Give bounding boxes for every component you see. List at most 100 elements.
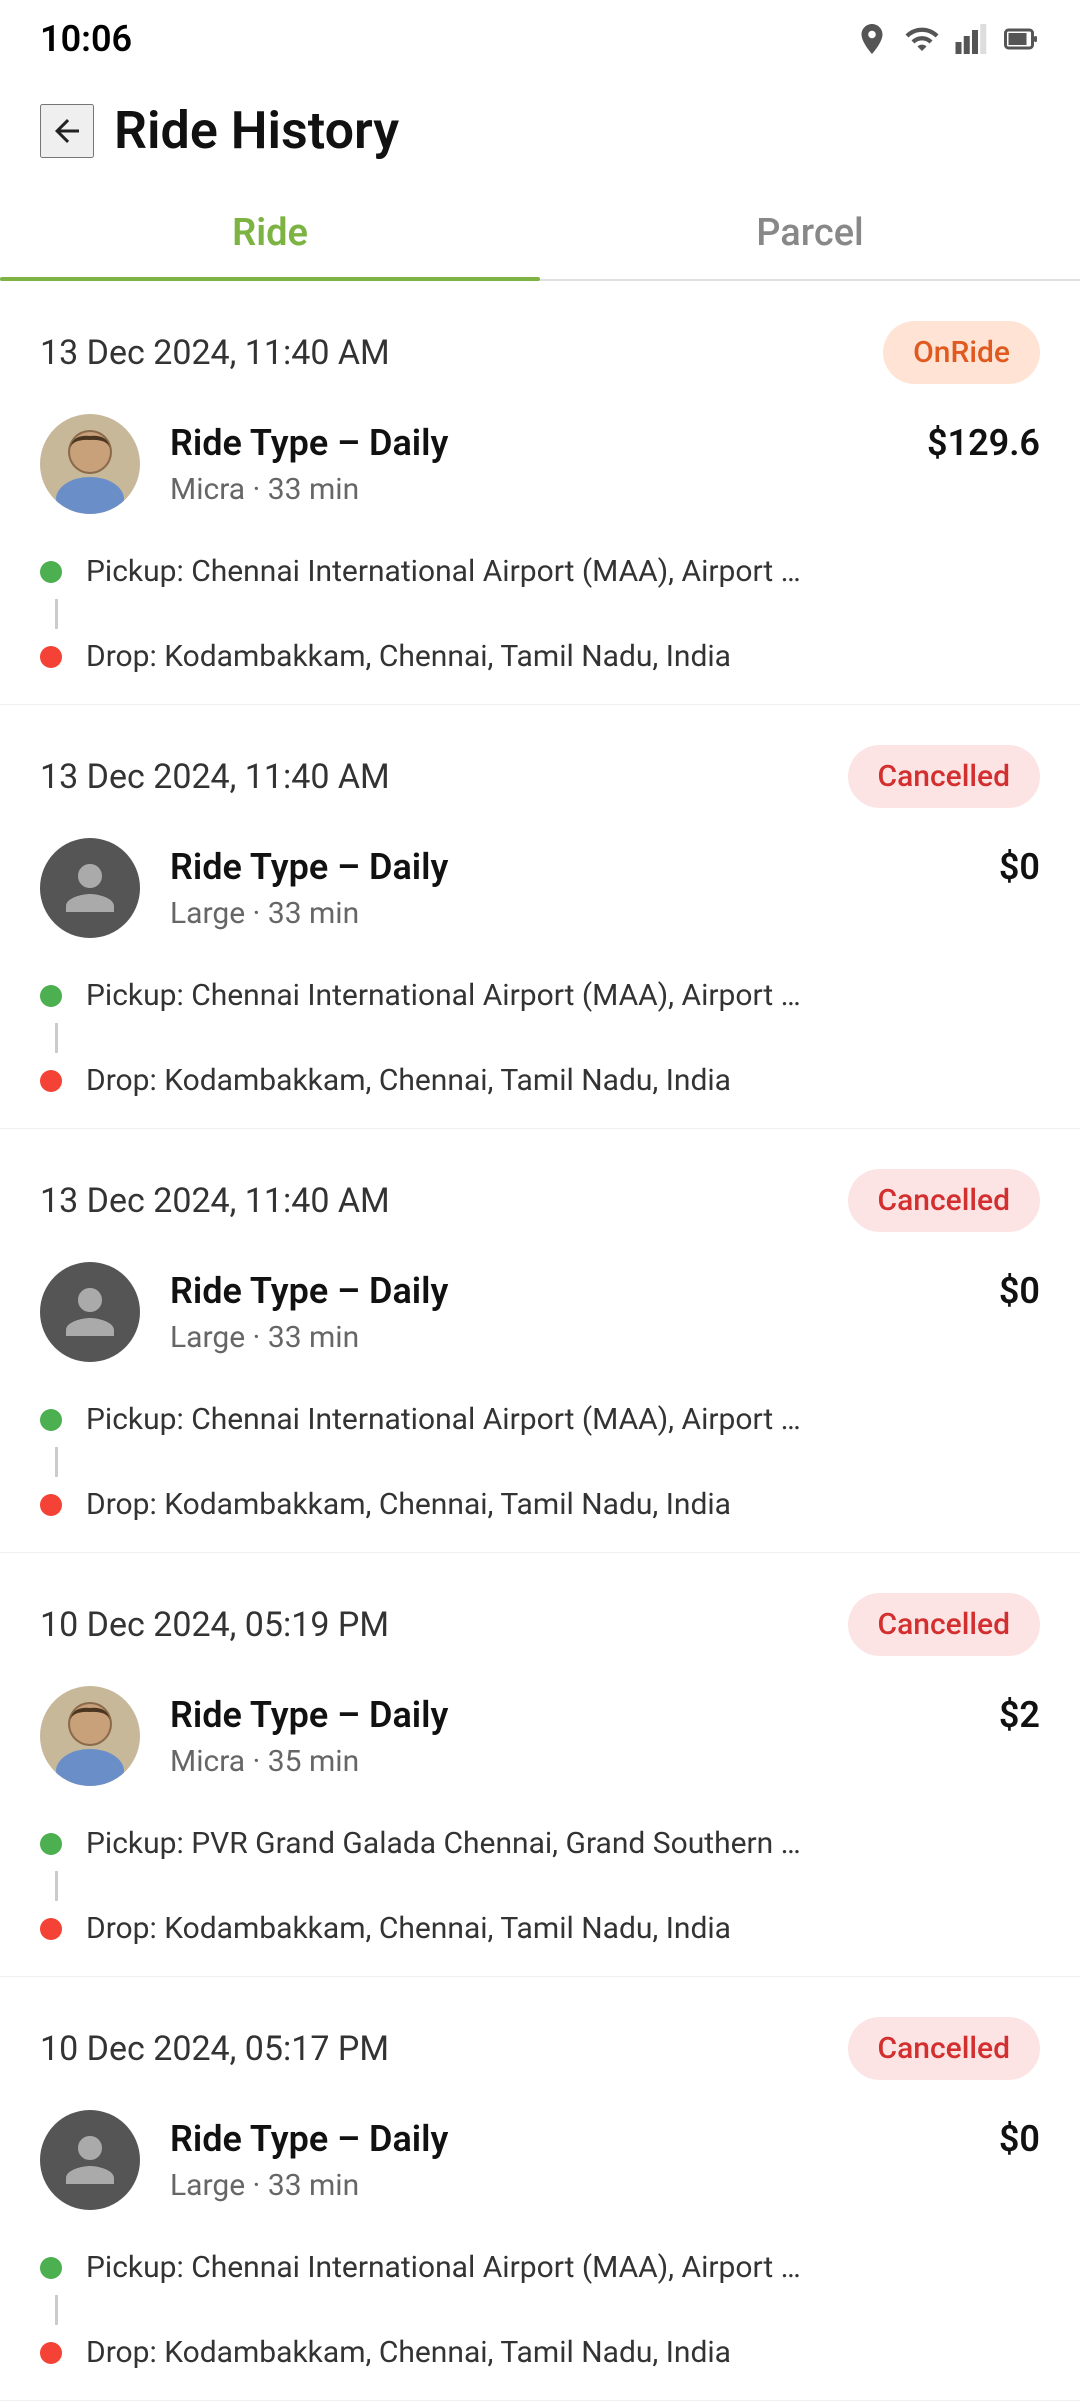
ride-header: 13 Dec 2024, 11:40 AM Cancelled [40, 1169, 1040, 1232]
drop-dot [40, 1918, 62, 1940]
drop-location: Drop: Kodambakkam, Chennai, Tamil Nadu, … [40, 629, 1040, 684]
ride-header: 13 Dec 2024, 11:40 AM Cancelled [40, 745, 1040, 808]
route-info: Pickup: Chennai International Airport (M… [40, 2240, 1040, 2380]
ride-date: 13 Dec 2024, 11:40 AM [40, 757, 390, 797]
drop-location: Drop: Kodambakkam, Chennai, Tamil Nadu, … [40, 1477, 1040, 1532]
ride-price: $129.6 [927, 422, 1040, 464]
ride-item[interactable]: 10 Dec 2024, 05:17 PM Cancelled Ride Typ… [0, 1977, 1080, 2401]
status-badge: Cancelled [848, 1593, 1040, 1656]
drop-text: Drop: Kodambakkam, Chennai, Tamil Nadu, … [86, 1063, 731, 1098]
pickup-location: Pickup: Chennai International Airport (M… [40, 1392, 1040, 1447]
ride-price: $0 [999, 1270, 1040, 1312]
ride-info: Ride Type – Daily $0 Large · 33 min [40, 2110, 1040, 2210]
pickup-text: Pickup: PVR Grand Galada Chennai, Grand … [86, 1826, 801, 1861]
person-icon [60, 2130, 120, 2190]
tab-ride[interactable]: Ride [0, 181, 540, 279]
ride-info: Ride Type – Daily $2 Micra · 35 min [40, 1686, 1040, 1786]
ride-price: $0 [999, 846, 1040, 888]
page-title: Ride History [114, 100, 399, 161]
ride-header: 13 Dec 2024, 11:40 AM OnRide [40, 321, 1040, 384]
pickup-location: Pickup: PVR Grand Galada Chennai, Grand … [40, 1816, 1040, 1871]
ride-item[interactable]: 13 Dec 2024, 11:40 AM OnRide Ride Type –… [0, 281, 1080, 705]
header: Ride History [0, 70, 1080, 181]
ride-info: Ride Type – Daily $0 Large · 33 min [40, 838, 1040, 938]
pickup-location: Pickup: Chennai International Airport (M… [40, 2240, 1040, 2295]
ride-header: 10 Dec 2024, 05:19 PM Cancelled [40, 1593, 1040, 1656]
route-info: Pickup: Chennai International Airport (M… [40, 968, 1040, 1108]
ride-vehicle: Large · 33 min [170, 1320, 359, 1355]
avatar-image [40, 1686, 140, 1786]
status-icons [854, 21, 1040, 57]
ride-vehicle: Large · 33 min [170, 2168, 359, 2203]
avatar-image [40, 414, 140, 514]
signal-icon [954, 21, 990, 57]
pickup-text: Pickup: Chennai International Airport (M… [86, 2250, 801, 2285]
drop-dot [40, 1070, 62, 1092]
status-time: 10:06 [40, 18, 132, 60]
person-icon [60, 1282, 120, 1342]
pickup-dot [40, 1409, 62, 1431]
drop-text: Drop: Kodambakkam, Chennai, Tamil Nadu, … [86, 1911, 731, 1946]
status-badge: Cancelled [848, 1169, 1040, 1232]
drop-dot [40, 1494, 62, 1516]
pickup-dot [40, 985, 62, 1007]
ride-vehicle: Large · 33 min [170, 896, 359, 931]
back-button[interactable] [40, 104, 94, 158]
person-icon [60, 858, 120, 918]
route-info: Pickup: Chennai International Airport (M… [40, 1392, 1040, 1532]
drop-text: Drop: Kodambakkam, Chennai, Tamil Nadu, … [86, 639, 731, 674]
tab-parcel[interactable]: Parcel [540, 181, 1080, 279]
avatar [40, 838, 140, 938]
location-icon [854, 21, 890, 57]
pickup-dot [40, 561, 62, 583]
drop-location: Drop: Kodambakkam, Chennai, Tamil Nadu, … [40, 1901, 1040, 1956]
ride-item[interactable]: 13 Dec 2024, 11:40 AM Cancelled Ride Typ… [0, 705, 1080, 1129]
route-info: Pickup: PVR Grand Galada Chennai, Grand … [40, 1816, 1040, 1956]
ride-price: $0 [999, 2118, 1040, 2160]
avatar [40, 2110, 140, 2210]
drop-location: Drop: Kodambakkam, Chennai, Tamil Nadu, … [40, 1053, 1040, 1108]
ride-info: Ride Type – Daily $0 Large · 33 min [40, 1262, 1040, 1362]
pickup-dot [40, 2257, 62, 2279]
pickup-location: Pickup: Chennai International Airport (M… [40, 544, 1040, 599]
drop-text: Drop: Kodambakkam, Chennai, Tamil Nadu, … [86, 2335, 731, 2370]
ride-vehicle: Micra · 33 min [170, 472, 359, 507]
pickup-dot [40, 1833, 62, 1855]
wifi-icon [904, 21, 940, 57]
pickup-text: Pickup: Chennai International Airport (M… [86, 554, 801, 589]
status-badge: Cancelled [848, 2017, 1040, 2080]
ride-info: Ride Type – Daily $129.6 Micra · 33 min [40, 414, 1040, 514]
avatar [40, 1686, 140, 1786]
status-badge: Cancelled [848, 745, 1040, 808]
avatar [40, 414, 140, 514]
avatar [40, 1262, 140, 1362]
ride-type: Ride Type – Daily [170, 846, 448, 888]
route-info: Pickup: Chennai International Airport (M… [40, 544, 1040, 684]
ride-date: 10 Dec 2024, 05:17 PM [40, 2029, 389, 2069]
ride-date: 10 Dec 2024, 05:19 PM [40, 1605, 389, 1645]
drop-dot [40, 2342, 62, 2364]
pickup-text: Pickup: Chennai International Airport (M… [86, 1402, 801, 1437]
ride-details: Ride Type – Daily $0 Large · 33 min [170, 846, 1040, 931]
drop-location: Drop: Kodambakkam, Chennai, Tamil Nadu, … [40, 2325, 1040, 2380]
battery-icon [1004, 21, 1040, 57]
ride-details: Ride Type – Daily $0 Large · 33 min [170, 2118, 1040, 2203]
ride-details: Ride Type – Daily $129.6 Micra · 33 min [170, 422, 1040, 507]
ride-vehicle: Micra · 35 min [170, 1744, 359, 1779]
ride-item[interactable]: 13 Dec 2024, 11:40 AM Cancelled Ride Typ… [0, 1129, 1080, 1553]
ride-price: $2 [999, 1694, 1040, 1736]
ride-type: Ride Type – Daily [170, 1694, 448, 1736]
back-arrow-icon [49, 113, 85, 149]
status-badge: OnRide [883, 321, 1040, 384]
pickup-location: Pickup: Chennai International Airport (M… [40, 968, 1040, 1023]
ride-item[interactable]: 10 Dec 2024, 05:19 PM Cancelled Ride Typ… [0, 1553, 1080, 1977]
ride-date: 13 Dec 2024, 11:40 AM [40, 333, 390, 373]
ride-type: Ride Type – Daily [170, 1270, 448, 1312]
ride-details: Ride Type – Daily $0 Large · 33 min [170, 1270, 1040, 1355]
ride-date: 13 Dec 2024, 11:40 AM [40, 1181, 390, 1221]
drop-dot [40, 646, 62, 668]
ride-type: Ride Type – Daily [170, 422, 448, 464]
pickup-text: Pickup: Chennai International Airport (M… [86, 978, 801, 1013]
ride-list: 13 Dec 2024, 11:40 AM OnRide Ride Type –… [0, 281, 1080, 2401]
ride-header: 10 Dec 2024, 05:17 PM Cancelled [40, 2017, 1040, 2080]
